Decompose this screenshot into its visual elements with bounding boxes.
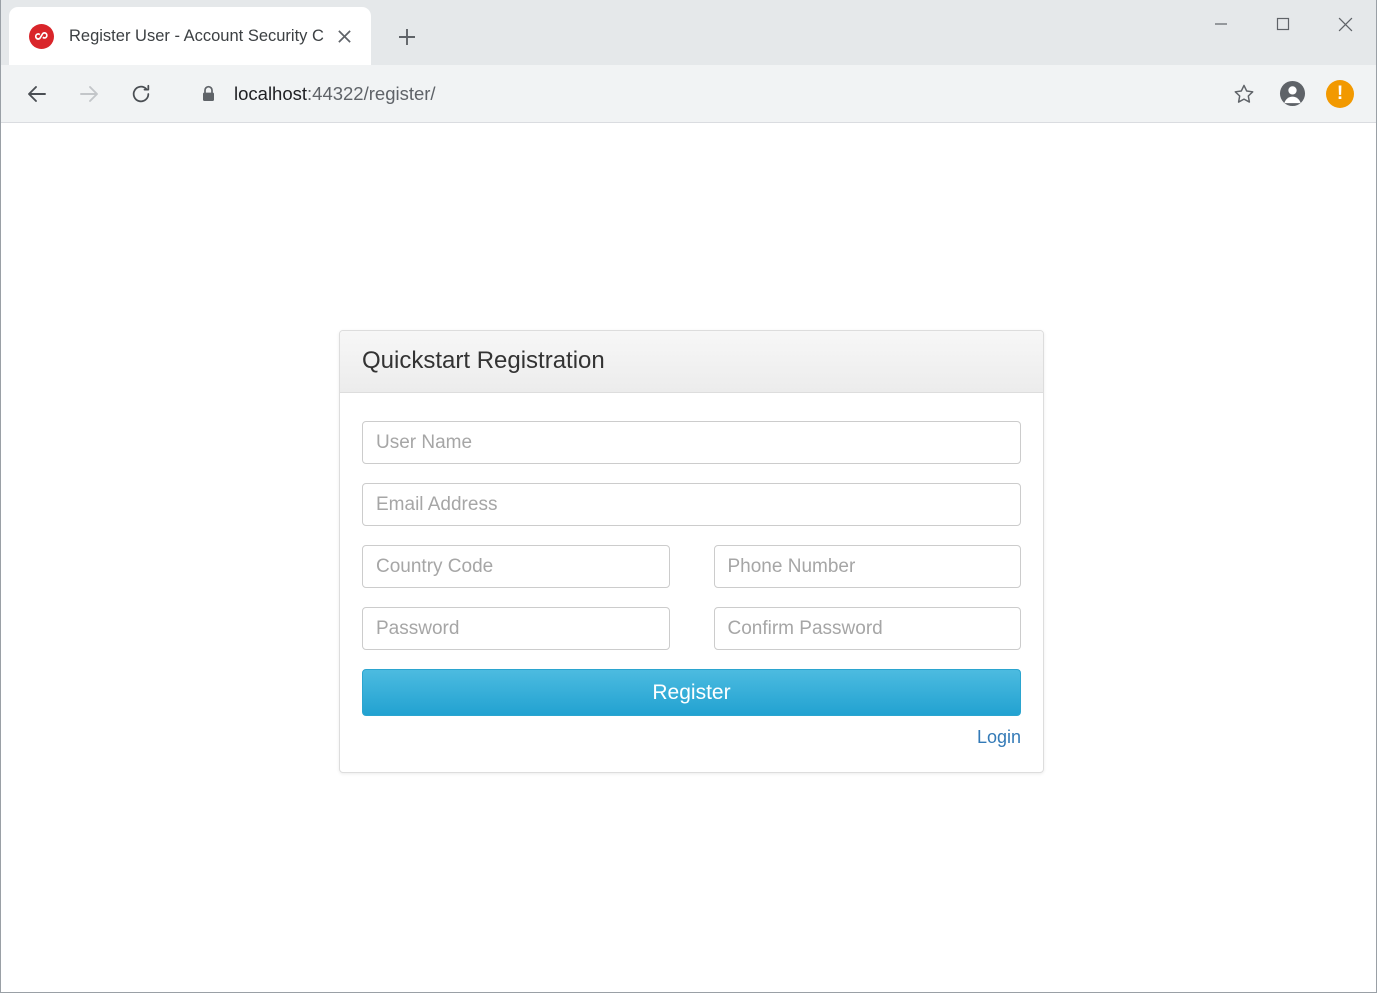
address-bar[interactable]: localhost:44322/register/ <box>181 74 1218 114</box>
account-avatar-icon[interactable] <box>1270 72 1314 116</box>
register-button[interactable]: Register <box>362 669 1021 716</box>
phone-number-input[interactable] <box>714 545 1022 588</box>
browser-tab-active[interactable]: Register User - Account Security C <box>9 7 371 65</box>
browser-toolbar: localhost:44322/register/ ! <box>1 65 1376 123</box>
back-button[interactable] <box>15 72 59 116</box>
country-code-input[interactable] <box>362 545 670 588</box>
email-input[interactable] <box>362 483 1021 526</box>
password-input[interactable] <box>362 607 670 650</box>
url-text: localhost:44322/register/ <box>234 83 436 105</box>
update-alert-badge: ! <box>1326 80 1354 108</box>
username-input[interactable] <box>362 421 1021 464</box>
new-tab-button[interactable] <box>385 15 429 59</box>
tab-title: Register User - Account Security C <box>69 27 327 46</box>
form-row-phone <box>362 545 1021 588</box>
window-close-button[interactable] <box>1314 0 1376 48</box>
registration-panel: Quickstart Registration <box>339 330 1044 773</box>
update-alert-icon[interactable]: ! <box>1318 72 1362 116</box>
window-maximize-button[interactable] <box>1252 0 1314 48</box>
window-controls <box>1190 0 1376 48</box>
form-row-password <box>362 607 1021 650</box>
page-title: Quickstart Registration <box>362 348 1021 374</box>
form-row-username <box>362 421 1021 464</box>
lock-icon <box>201 85 216 103</box>
forward-button <box>67 72 111 116</box>
password-column <box>362 607 670 650</box>
tab-strip: Register User - Account Security C <box>1 0 1376 65</box>
url-path: :44322/register/ <box>307 83 436 104</box>
login-link[interactable]: Login <box>977 727 1021 747</box>
registration-form: Register Login <box>340 393 1043 772</box>
tab-close-icon[interactable] <box>327 19 361 53</box>
form-links: Login <box>362 716 1021 750</box>
panel-header: Quickstart Registration <box>340 331 1043 393</box>
authy-logo-icon <box>29 24 54 49</box>
form-row-email <box>362 483 1021 526</box>
url-host: localhost <box>234 83 307 104</box>
browser-window: Register User - Account Security C <box>0 0 1377 993</box>
country-code-column <box>362 545 670 588</box>
star-icon[interactable] <box>1222 72 1266 116</box>
phone-number-column <box>714 545 1022 588</box>
reload-button[interactable] <box>119 72 163 116</box>
toolbar-actions: ! <box>1218 72 1362 116</box>
window-minimize-button[interactable] <box>1190 0 1252 48</box>
page-viewport: Quickstart Registration <box>1 123 1376 992</box>
confirm-password-column <box>714 607 1022 650</box>
update-alert-glyph: ! <box>1337 84 1343 103</box>
confirm-password-input[interactable] <box>714 607 1022 650</box>
